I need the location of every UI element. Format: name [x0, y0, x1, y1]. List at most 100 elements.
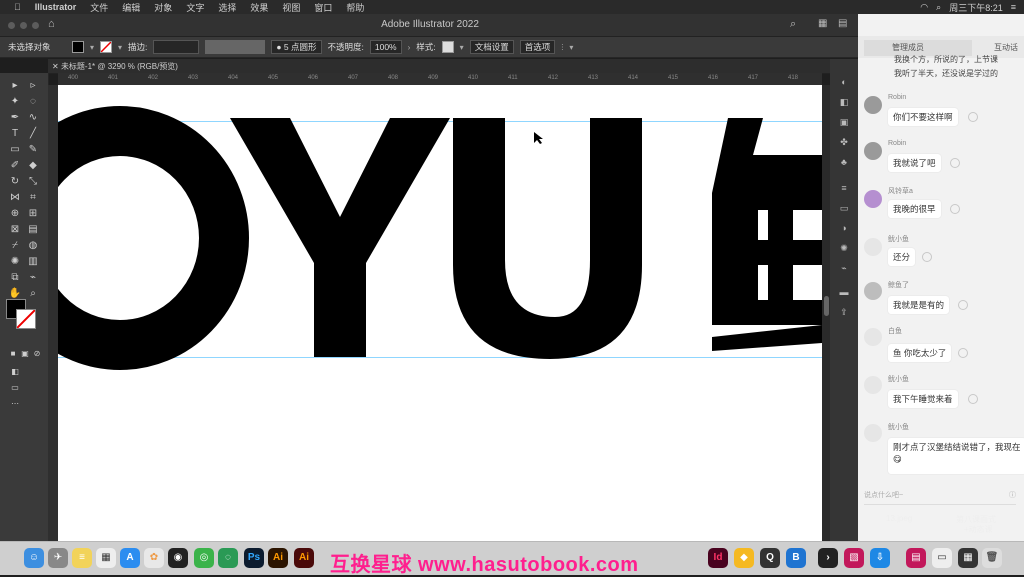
fill-swatch[interactable]	[72, 41, 84, 53]
arrange-documents-icon[interactable]: ▦	[818, 18, 827, 29]
opacity-label[interactable]: 不透明度:	[328, 41, 364, 53]
terminal-icon[interactable]: ›	[818, 548, 838, 568]
pen-tool-icon[interactable]: ✒	[8, 111, 22, 125]
illustrator-icon[interactable]: Ai	[268, 548, 288, 568]
avatar[interactable]	[864, 282, 882, 300]
downloads-icon[interactable]: ⇩	[870, 548, 890, 568]
search-icon[interactable]: ⌕	[936, 2, 941, 13]
chevron-down-icon[interactable]: ▾	[569, 43, 573, 52]
qq-icon[interactable]: ◉	[168, 548, 188, 568]
mesh-tool-icon[interactable]: ⊠	[8, 223, 22, 237]
bitwarden-icon[interactable]: B	[786, 548, 806, 568]
file-icon[interactable]: ▭	[932, 548, 952, 568]
quicktime-icon[interactable]: Q	[760, 548, 780, 568]
symbol-sprayer-tool-icon[interactable]: ✺	[8, 255, 22, 269]
search-icon[interactable]: ⌕	[790, 18, 796, 31]
type-tool-icon[interactable]: T	[8, 127, 22, 141]
eyedropper-tool-icon[interactable]: ⌿	[8, 239, 22, 253]
draw-mode-icon[interactable]: ◧	[8, 365, 22, 379]
react-icon[interactable]	[958, 348, 968, 358]
messages-icon[interactable]: ◌	[218, 548, 238, 568]
brush-definition[interactable]: ● 5 点圆形	[271, 40, 322, 54]
screen-mode-icon[interactable]: ▭	[8, 381, 22, 395]
chevron-down-icon[interactable]: ▾	[90, 43, 94, 52]
perspective-grid-tool-icon[interactable]: ⊞	[26, 207, 40, 221]
asset-export-icon[interactable]: ⇪	[838, 307, 850, 317]
artboard-tool-icon[interactable]: ⧉	[8, 271, 22, 285]
artwork[interactable]	[58, 85, 822, 541]
curvature-tool-icon[interactable]: ∿	[26, 111, 40, 125]
stroke-color-icon[interactable]	[16, 309, 36, 329]
minimize-window-button[interactable]	[20, 22, 27, 29]
transparency-icon[interactable]: ◑	[838, 223, 850, 233]
shaper-tool-icon[interactable]: ✐	[8, 159, 22, 173]
avatar[interactable]	[864, 96, 882, 114]
none-mode-icon[interactable]: ⊘	[30, 347, 44, 361]
direct-selection-tool-icon[interactable]: ▹	[26, 79, 40, 93]
preferences-button[interactable]: 首选项	[519, 40, 556, 54]
wifi-icon[interactable]: ◠	[920, 2, 928, 13]
avatar[interactable]	[864, 190, 882, 208]
properties-icon[interactable]: ◐	[838, 77, 850, 87]
preview-icon[interactable]: ▧	[844, 548, 864, 568]
photoshop-icon[interactable]: Ps	[244, 548, 264, 568]
react-icon[interactable]	[958, 300, 968, 310]
react-icon[interactable]	[968, 394, 978, 404]
comments-icon[interactable]: ▬	[838, 287, 850, 297]
menu-type[interactable]: 文字	[186, 1, 204, 14]
stroke-swatch[interactable]	[100, 41, 113, 53]
letter-u-shape[interactable]	[453, 118, 642, 359]
chevron-down-icon[interactable]: ▾	[460, 43, 464, 52]
artboard-canvas[interactable]	[58, 85, 822, 541]
react-icon[interactable]	[968, 112, 978, 122]
calendar-icon[interactable]: ▦	[96, 548, 116, 568]
photos-icon[interactable]: ✿	[144, 548, 164, 568]
stroke-weight-input[interactable]	[153, 40, 200, 54]
control-center-icon[interactable]: ≡	[1011, 2, 1016, 12]
menu-help[interactable]: 帮助	[346, 1, 364, 14]
stroke-icon[interactable]: ≡	[838, 183, 850, 193]
lasso-tool-icon[interactable]: ◌	[26, 95, 40, 109]
column-graph-tool-icon[interactable]: ▥	[26, 255, 40, 269]
indesign-icon[interactable]: Id	[708, 548, 728, 568]
chevron-right-icon[interactable]: ›	[408, 43, 411, 52]
menu-window[interactable]: 窗口	[314, 1, 332, 14]
trash-icon[interactable]: 🗑	[982, 548, 1002, 568]
align-icon[interactable]: ⫶	[561, 42, 563, 53]
home-icon[interactable]: ⌂	[48, 18, 55, 30]
close-window-button[interactable]	[8, 22, 15, 29]
launchpad-icon[interactable]: ✈	[48, 548, 68, 568]
illustrator-2-icon[interactable]: Ai	[294, 548, 314, 568]
menu-file[interactable]: 文件	[90, 1, 108, 14]
file-notification[interactable]: 13.jpeg 第八课面式 +动态课	[880, 508, 1020, 538]
workspace-icon[interactable]: ▤	[838, 18, 847, 29]
rectangle-tool-icon[interactable]: ▭	[8, 143, 22, 157]
swatches-icon[interactable]: ♣	[838, 157, 850, 167]
cjk-glyph-fragment[interactable]	[712, 118, 822, 351]
notes-icon[interactable]: ≡	[72, 548, 92, 568]
color-icon[interactable]: ✤	[838, 137, 850, 147]
zoom-window-button[interactable]	[32, 22, 39, 29]
rotate-tool-icon[interactable]: ↻	[8, 175, 22, 189]
apple-icon[interactable]: 	[14, 2, 21, 12]
menu-effect[interactable]: 效果	[250, 1, 268, 14]
chevron-down-icon[interactable]: ▾	[118, 43, 122, 52]
avatar[interactable]	[864, 376, 882, 394]
gradient-icon[interactable]: ▭	[838, 203, 850, 213]
libraries-icon[interactable]: ▣	[838, 117, 850, 127]
clock[interactable]: 周三下午8:21	[949, 1, 1003, 14]
info-icon[interactable]: ⓘ	[1009, 490, 1016, 500]
line-tool-icon[interactable]: ╱	[26, 127, 40, 141]
free-transform-tool-icon[interactable]: ⌗	[26, 191, 40, 205]
opacity-input[interactable]: 100%	[369, 40, 402, 54]
folder-icon[interactable]: ▦	[958, 548, 978, 568]
paintbrush-tool-icon[interactable]: ✎	[26, 143, 40, 157]
react-icon[interactable]	[950, 204, 960, 214]
appearance-icon[interactable]: ✺	[838, 243, 850, 253]
zoom-tool-icon[interactable]: ⌕	[26, 287, 40, 301]
avatar[interactable]	[864, 328, 882, 346]
finder-icon[interactable]: ☺	[24, 548, 44, 568]
shape-builder-tool-icon[interactable]: ⊕	[8, 207, 22, 221]
react-icon[interactable]	[922, 252, 932, 262]
graphic-styles-icon[interactable]: ⌁	[838, 263, 850, 273]
